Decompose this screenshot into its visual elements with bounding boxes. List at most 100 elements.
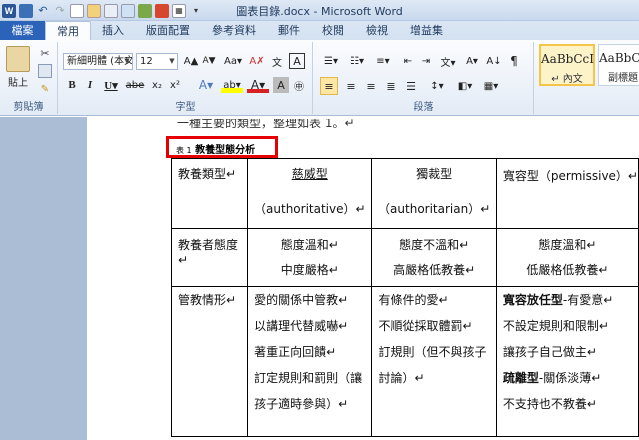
clear-formatting-icon[interactable]: A✗ xyxy=(249,53,265,69)
table-row: 管教情形↵ 愛的關係中管教↵ 以講理代替威嚇↵ 著重正向回饋↵ 訂定規則和罰則（… xyxy=(170,286,639,437)
numbering-icon[interactable]: ☷▾ xyxy=(346,53,368,69)
italic-icon[interactable]: I xyxy=(83,77,97,93)
tab-mailings[interactable]: 郵件 xyxy=(267,21,311,40)
align-center-icon[interactable]: ≡ xyxy=(342,77,360,95)
cell-line: 孩子適時參與）↵ xyxy=(254,397,349,411)
text-direction-icon[interactable]: 文▾ xyxy=(438,53,458,69)
ribbon-tabs: 檔案 常用 插入 版面配置 參考資料 郵件 校閱 檢視 增益集 xyxy=(0,21,639,40)
sort-icon[interactable]: A↓ xyxy=(486,53,502,69)
align-left-icon[interactable]: ≡ xyxy=(320,77,338,95)
shrink-font-icon[interactable]: A▼ xyxy=(201,53,217,69)
table-cell[interactable]: 寬容型（permissive）↵ xyxy=(495,158,639,229)
superscript-icon[interactable]: x² xyxy=(167,77,183,93)
style-normal[interactable]: AaBbCcI ↵ 內文 xyxy=(539,44,595,86)
style-subtitle[interactable]: AaBbCcI 副標題 xyxy=(598,44,639,86)
highlight-color-icon[interactable]: ab▾ xyxy=(221,77,243,93)
style-sample: AaBbCcI xyxy=(599,51,639,65)
cell-line: 讓孩子自己做主↵ xyxy=(502,345,597,359)
cell-line: 訂規則（但不與孩子 xyxy=(378,345,487,359)
table-cell[interactable]: 慈威型 （authoritative）↵ xyxy=(247,158,373,229)
enclose-characters-icon[interactable]: A xyxy=(289,53,305,69)
table-cell[interactable]: 教養者態度↵ xyxy=(170,228,249,287)
cell-line: 愛的關係中管教↵ xyxy=(254,293,349,307)
phonetic-guide-icon[interactable]: 文 xyxy=(269,53,285,69)
subscript-icon[interactable]: x₂ xyxy=(149,77,165,93)
change-case-icon[interactable]: Aa▾ xyxy=(223,53,243,69)
font-name-dropdown[interactable]: 新細明體 (本文 ▼ xyxy=(63,53,133,70)
tab-references[interactable]: 參考資料 xyxy=(201,21,267,40)
clipboard-group: 貼上 ✂ ✎ 剪貼簿 xyxy=(0,42,58,114)
cell-text: （authoritative）↵ xyxy=(254,202,366,216)
underline-icon[interactable]: U▾ xyxy=(101,77,121,93)
tab-page-layout[interactable]: 版面配置 xyxy=(135,21,201,40)
tab-home[interactable]: 常用 xyxy=(45,21,91,40)
cell-text: 中度嚴格↵ xyxy=(280,263,339,277)
cell-line: 有條件的愛↵ xyxy=(378,293,449,307)
font-size-value: 12 xyxy=(140,56,153,67)
cell-text: 教養類型↵ xyxy=(178,167,237,181)
distributed-icon[interactable]: ☰ xyxy=(402,77,420,95)
cell-text: 獨裁型 xyxy=(416,167,453,181)
font-size-dropdown[interactable]: 12 ▼ xyxy=(136,53,178,70)
previous-paragraph-line: 一種主要的類型，整理如表 1。↵ xyxy=(177,119,355,129)
align-right-icon[interactable]: ≡ xyxy=(362,77,380,95)
cell-text: 態度不溫和↵ xyxy=(399,238,470,252)
ribbon: 貼上 ✂ ✎ 剪貼簿 新細明體 (本文 ▼ 12 ▼ A▲ A▼ Aa▾ A✗ … xyxy=(0,40,639,116)
tab-file[interactable]: 檔案 xyxy=(0,21,45,40)
cut-icon[interactable]: ✂ xyxy=(38,46,52,60)
multilevel-list-icon[interactable]: ≡▾ xyxy=(372,53,394,69)
clipboard-group-label: 剪貼簿 xyxy=(13,102,44,113)
bullets-icon[interactable]: ☰▾ xyxy=(320,53,342,69)
show-formatting-marks-icon[interactable]: ¶ xyxy=(506,53,522,69)
cell-line: 寬容放任型-有愛意↵ xyxy=(502,293,614,307)
table-cell[interactable]: 態度溫和↵ 低嚴格低教養↵ xyxy=(495,228,639,287)
shading-icon[interactable]: ◧▾ xyxy=(454,77,476,95)
tab-review[interactable]: 校閱 xyxy=(311,21,355,40)
chevron-down-icon: ▼ xyxy=(169,57,175,65)
font-group-label: 字型 xyxy=(175,102,196,113)
table-cell[interactable]: 有條件的愛↵ 不順從採取體罰↵ 訂規則（但不與孩子 討論）↵ xyxy=(371,286,497,437)
cell-text: 慈威型 xyxy=(291,167,328,181)
borders-icon[interactable]: ▦▾ xyxy=(480,77,502,95)
cell-text: （authoritarian）↵ xyxy=(378,202,491,216)
text-effects-icon[interactable]: A▾ xyxy=(195,77,217,93)
tab-insert[interactable]: 插入 xyxy=(91,21,135,40)
table-cell[interactable]: 態度不溫和↵ 高嚴格低教養↵ xyxy=(371,228,497,287)
line-spacing-icon[interactable]: ↕▾ xyxy=(426,77,448,95)
increase-indent-icon[interactable]: ⇥ xyxy=(418,53,434,69)
decrease-indent-icon[interactable]: ⇤ xyxy=(400,53,416,69)
cell-text: 高嚴格低教養↵ xyxy=(393,263,476,277)
table-cell[interactable]: 寬容放任型-有愛意↵ 不設定規則和限制↵ 讓孩子自己做主↵ 疏離型-關係淡薄↵ … xyxy=(495,286,639,437)
cell-text: 低嚴格低教養↵ xyxy=(526,263,609,277)
table-cell[interactable]: 愛的關係中管教↵ 以講理代替威嚇↵ 著重正向回饋↵ 訂定規則和罰則（讓 孩子適時… xyxy=(247,286,373,437)
asian-layout-icon[interactable]: A▾ xyxy=(462,53,482,69)
table-cell[interactable]: 態度溫和↵ 中度嚴格↵ xyxy=(247,228,373,287)
tab-view[interactable]: 檢視 xyxy=(355,21,399,40)
copy-icon[interactable] xyxy=(38,64,52,78)
window-title: 圖表目錄.docx - Microsoft Word xyxy=(236,5,403,18)
cell-line: 訂定規則和罰則（讓 xyxy=(254,371,363,385)
paste-button-label[interactable]: 貼上 xyxy=(4,74,32,89)
paste-icon[interactable] xyxy=(6,46,30,72)
tab-add-ins[interactable]: 增益集 xyxy=(399,21,454,40)
cell-text: 教養者態度↵ xyxy=(178,238,239,267)
title-bar: W ↶ ↷ ▦ ▾ 圖表目錄.docx - Microsoft Word xyxy=(0,0,639,21)
parenting-styles-table[interactable]: 教養類型↵ 慈威型 （authoritative）↵ 獨裁型 （authorit… xyxy=(170,158,639,437)
strikethrough-icon[interactable]: abe xyxy=(125,77,145,93)
bold-icon[interactable]: B xyxy=(65,77,79,93)
grow-font-icon[interactable]: A▲ xyxy=(183,53,199,69)
table-cell[interactable]: 管教情形↵ xyxy=(170,286,249,437)
table-cell[interactable]: 教養類型↵ xyxy=(170,158,249,229)
format-painter-icon[interactable]: ✎ xyxy=(38,82,52,96)
enclose-character-icon[interactable]: ㊥ xyxy=(291,77,307,93)
table-caption[interactable]: 表 1 教養型態分析 xyxy=(176,141,255,156)
cell-line: 不順從採取體罰↵ xyxy=(378,319,473,333)
character-shading-icon[interactable]: A xyxy=(273,77,289,93)
justify-icon[interactable]: ≣ xyxy=(382,77,400,95)
font-color-icon[interactable]: A▾ xyxy=(247,77,269,93)
cell-text: 態度溫和↵ xyxy=(280,238,339,252)
paragraph-group: ☰▾ ☷▾ ≡▾ ⇤ ⇥ 文▾ A▾ A↓ ¶ ≡ ≡ ≡ ≣ ☰ ↕▾ ◧▾ … xyxy=(314,42,534,114)
table-cell[interactable]: 獨裁型 （authoritarian）↵ xyxy=(371,158,497,229)
cell-line: 疏離型-關係淡薄↵ xyxy=(502,371,602,385)
cell-line: 討論）↵ xyxy=(378,371,425,385)
